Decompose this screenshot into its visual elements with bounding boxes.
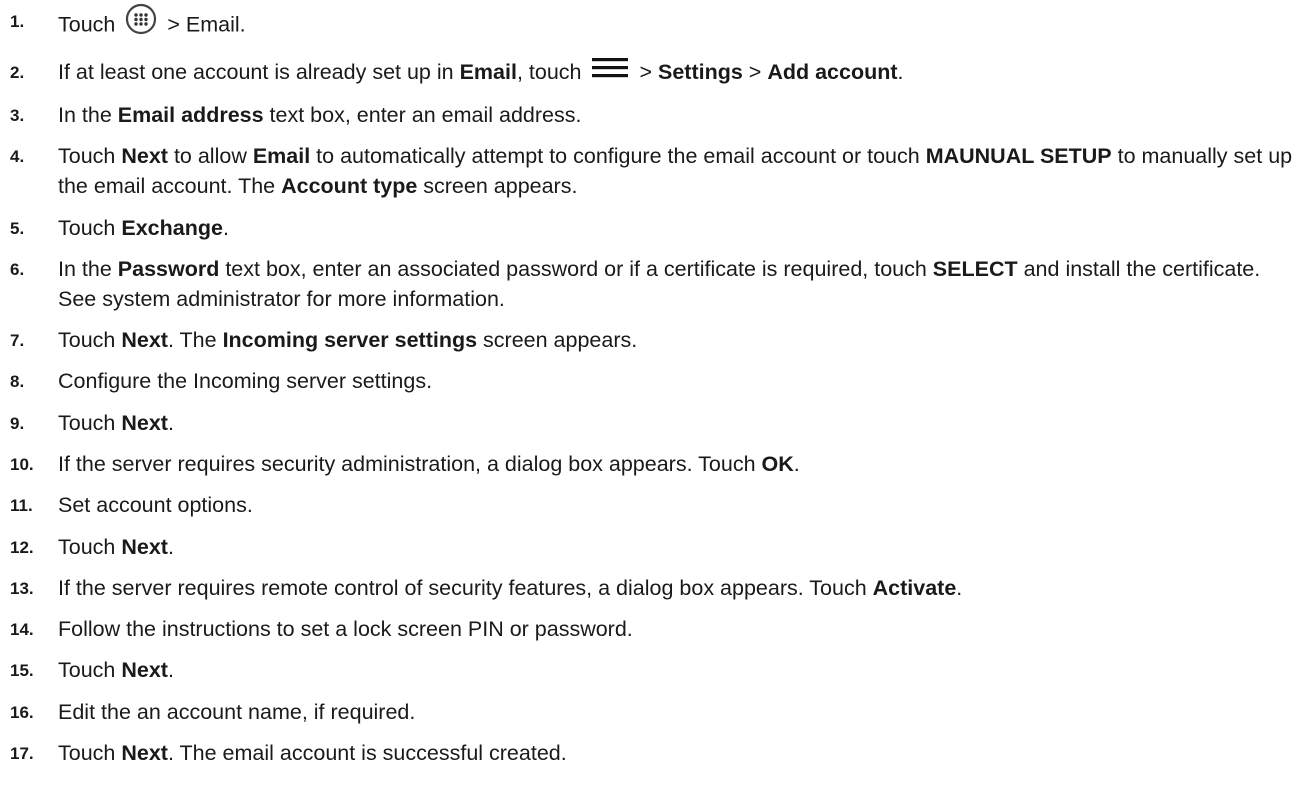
step-number: 1. xyxy=(10,12,25,31)
step-ui-term: Next xyxy=(121,410,168,435)
step-text: Follow the instructions to set a lock sc… xyxy=(58,617,633,642)
step-text: . xyxy=(222,215,229,240)
step-number: 16. xyxy=(10,702,34,722)
step-number: 5. xyxy=(10,218,25,238)
step-item: 8. Configure the Incoming server settings… xyxy=(0,366,1314,396)
step-text: text box, enter an email address. xyxy=(263,102,582,127)
step-number: 15. xyxy=(10,661,34,681)
step-text: Configure the Incoming server settings. xyxy=(58,369,433,394)
step-number: 4. xyxy=(10,147,25,167)
instruction-steps-list: 1. Touch > Email. 2. If at least one accoun… xyxy=(0,3,1314,779)
step-ui-term: Next xyxy=(121,144,168,169)
step-ui-term: Password xyxy=(117,256,220,281)
step-text: > Email. xyxy=(161,12,246,37)
step-text: . xyxy=(897,60,904,85)
step-text: text box, enter an associated password o… xyxy=(219,256,933,281)
step-text: . xyxy=(167,410,174,435)
step-item: 13. If the server requires remote control… xyxy=(0,573,1314,603)
step-text: > xyxy=(633,60,658,85)
step-text: . xyxy=(167,534,174,559)
step-text: Set account options. xyxy=(58,493,253,518)
step-text: . xyxy=(956,575,963,600)
step-text: Touch xyxy=(58,410,122,435)
step-number: 12. xyxy=(10,537,34,557)
step-number: 8. xyxy=(10,372,25,392)
step-ui-term: Next xyxy=(121,741,168,766)
step-text: . xyxy=(793,452,800,476)
step-text: screen appears. xyxy=(477,328,638,353)
step-text: Touch xyxy=(58,328,122,353)
step-ui-term: Next xyxy=(121,658,168,683)
step-item: 11. Set account options. xyxy=(0,490,1314,520)
step-item: 1. Touch > Email. xyxy=(0,3,1314,46)
step-ui-term: Exchange xyxy=(121,215,223,240)
step-text: Touch xyxy=(58,12,122,37)
step-text: > xyxy=(742,60,768,85)
step-ui-term: MAUNUAL SETUP xyxy=(925,144,1112,169)
step-text: Touch xyxy=(58,741,122,766)
step-text: , touch xyxy=(516,60,588,85)
step-text: If at least one account is already set u… xyxy=(58,60,460,85)
step-ui-term: Activate xyxy=(872,575,957,600)
step-text: If the server requires security administ… xyxy=(58,452,762,476)
step-ui-term: Email address xyxy=(117,102,264,127)
step-text: Touch xyxy=(58,144,122,169)
step-item: 10. If the server requires security admin… xyxy=(0,449,1314,479)
step-item: 3. In the Email address text box, enter a… xyxy=(0,100,1314,130)
step-text: to allow xyxy=(167,144,253,169)
step-ui-term: Settings xyxy=(657,60,743,85)
step-ui-term: Account type xyxy=(281,174,418,199)
step-number: 9. xyxy=(10,413,25,433)
step-text: Touch xyxy=(58,215,122,240)
step-number: 17. xyxy=(10,744,34,764)
step-ui-term: Email xyxy=(252,144,311,169)
step-number: 13. xyxy=(10,578,34,598)
step-text: . xyxy=(167,658,174,683)
step-ui-term: Next xyxy=(121,328,168,353)
step-text: In the xyxy=(58,256,118,281)
step-item: 16. Edit the an account name, if required… xyxy=(0,697,1314,727)
step-text: . The xyxy=(167,328,223,353)
step-item: 17. Touch Next. The email account is succ… xyxy=(0,738,1314,768)
step-ui-term: Add account xyxy=(767,60,898,85)
step-text: In the xyxy=(58,102,118,127)
step-item: 15. Touch Next. xyxy=(0,655,1314,685)
step-text: Edit the an account name, if required. xyxy=(58,699,416,724)
step-item: 7. Touch Next. The Incoming server settin… xyxy=(0,325,1314,355)
step-item: 5. Touch Exchange. xyxy=(0,213,1314,243)
menu-icon xyxy=(591,56,629,86)
step-item: 14. Follow the instructions to set a lock… xyxy=(0,614,1314,644)
step-item: 4. Touch Next to allow Email to automatic… xyxy=(0,141,1314,201)
step-item: 6. In the Password text box, enter an ass… xyxy=(0,254,1314,314)
step-item: 12. Touch Next. xyxy=(0,532,1314,562)
step-ui-term: Email xyxy=(459,60,517,85)
step-number: 14. xyxy=(10,620,34,640)
step-number: 6. xyxy=(10,259,25,279)
step-text: . The email account is successful create… xyxy=(167,741,567,766)
step-text: If the server requires remote control of… xyxy=(58,575,873,600)
step-ui-term: Incoming server settings xyxy=(222,328,478,353)
step-text: Touch xyxy=(58,658,122,683)
step-text: to automatically attempt to configure th… xyxy=(310,144,926,169)
step-number: 10. xyxy=(10,455,34,474)
step-number: 2. xyxy=(10,63,25,83)
step-text: Touch xyxy=(58,534,122,559)
step-ui-term: SELECT xyxy=(932,256,1018,281)
step-number: 11. xyxy=(10,496,33,516)
step-item: 2. If at least one account is already set… xyxy=(0,57,1314,88)
step-number: 3. xyxy=(10,105,25,125)
step-text: screen appears. xyxy=(417,174,578,199)
step-item: 9. Touch Next. xyxy=(0,408,1314,438)
step-ui-term: Next xyxy=(121,534,168,559)
step-ui-term: OK xyxy=(761,452,794,476)
apps-icon xyxy=(125,3,157,43)
step-number: 7. xyxy=(10,331,25,351)
